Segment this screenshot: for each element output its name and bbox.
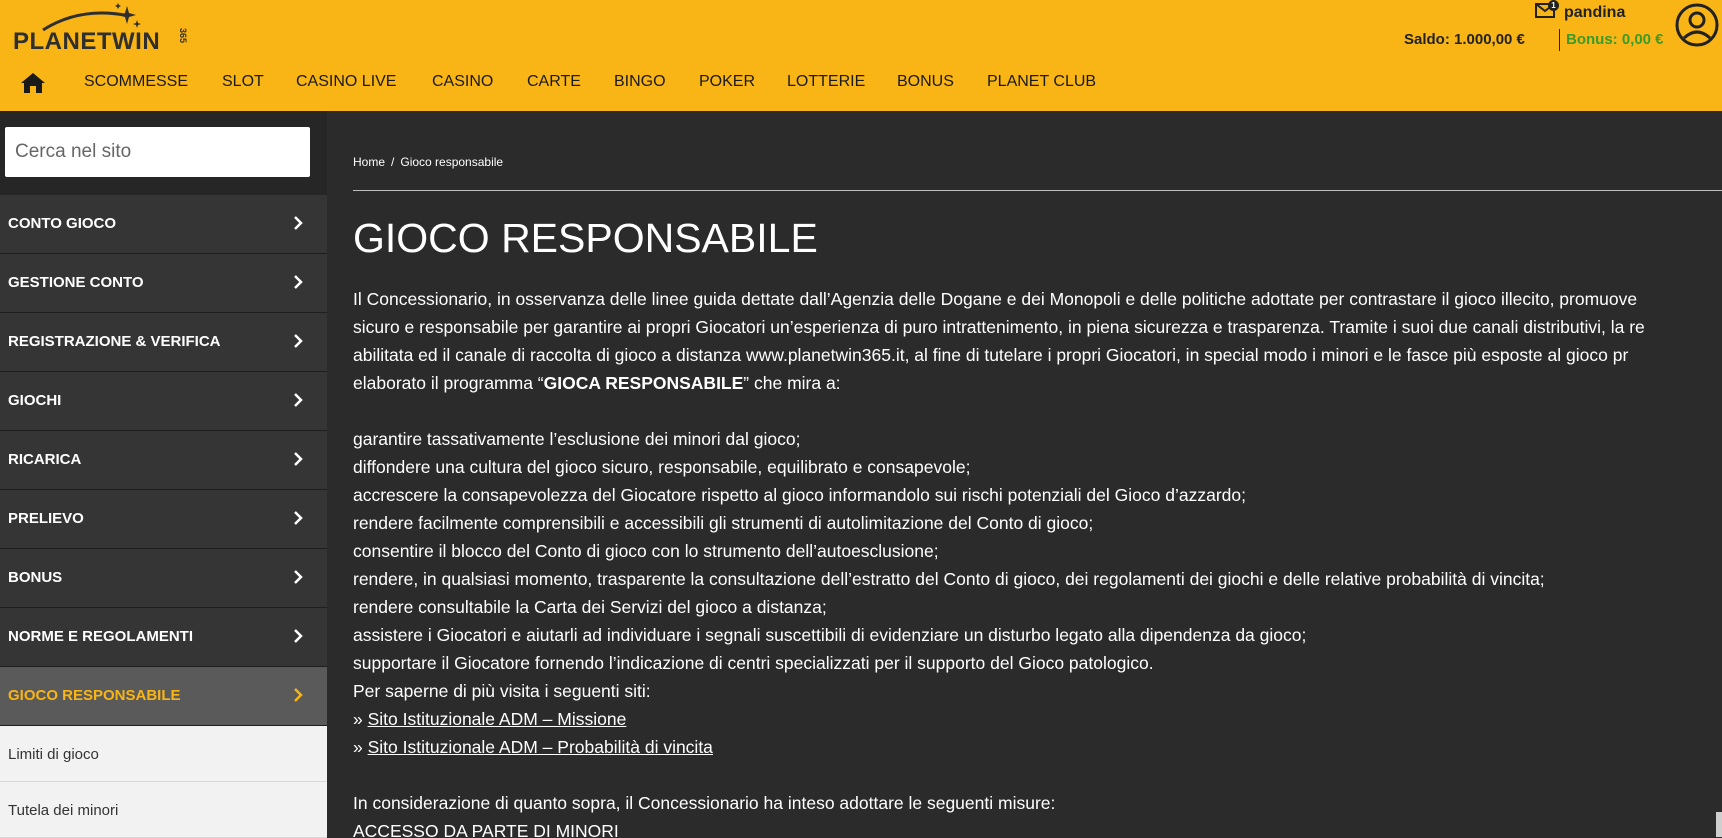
planetwin-logo[interactable]: PLANETWIN 365 [13,2,203,55]
sidebar-item-norme-regolamenti[interactable]: NORME E REGOLAMENTI [0,608,327,667]
sidebar-item-label: GESTIONE CONTO [8,274,144,291]
link-prefix: » [353,737,368,757]
chevron-right-icon [294,629,303,643]
sidebar: CONTO GIOCO GESTIONE CONTO REGISTRAZIONE… [0,111,327,838]
section-heading: ACCESSO DA PARTE DI MINORI [353,821,619,837]
scrollbar-thumb[interactable] [1716,812,1722,837]
list-item: supportare il Giocatore fornendo l’indic… [353,653,1154,673]
list-item: assistere i Giocatori e aiutarli ad indi… [353,625,1307,645]
intro-line: elaborato il programma “GIOCA RESPONSABI… [353,369,1722,397]
nav-item-casino-live[interactable]: CASINO LIVE [296,73,396,91]
chevron-right-icon [294,688,303,702]
balance-text: Saldo: 1.000,00 € [1404,31,1525,48]
sidebar-item-label: GIOCHI [8,392,62,409]
sidebar-subitem-tutela-dei-minori[interactable]: Tutela dei minori [0,782,327,838]
program-name: GIOCA RESPONSABILE [543,373,744,393]
list-item: rendere, in qualsiasi momento, trasparen… [353,569,1545,589]
link-row: » Sito Istituzionale ADM – Probabilità d… [353,733,1722,761]
links-intro: Per saperne di più visita i seguenti sit… [353,681,651,701]
chevron-right-icon [294,393,303,407]
nav-item-poker[interactable]: POKER [699,73,755,91]
nav-item-scommesse[interactable]: SCOMMESSE [84,73,188,91]
list-item: rendere facilmente comprensibili e acces… [353,513,1094,533]
search-input[interactable] [5,127,310,177]
adm-probabilita-link[interactable]: Sito Istituzionale ADM – Probabilità di … [368,737,713,757]
intro-line: sicuro e responsabile per garantire ai p… [353,317,1645,337]
adm-missione-link[interactable]: Sito Istituzionale ADM – Missione [368,709,627,729]
sidebar-item-label: GIOCO RESPONSABILE [8,687,181,704]
top-header: PLANETWIN 365 1 pandina Saldo: 1.000,00 … [0,0,1722,111]
page-body: Il Concessionario, in osservanza delle l… [353,285,1722,837]
breadcrumb-current: Gioco responsabile [400,155,504,169]
sidebar-item-registrazione-verifica[interactable]: REGISTRAZIONE & VERIFICA [0,313,327,372]
sidebar-item-label: RICARICA [8,451,82,468]
sidebar-menu: CONTO GIOCO GESTIONE CONTO REGISTRAZIONE… [0,195,327,838]
intro-line: abilitata ed il canale di raccolta di gi… [353,345,1629,365]
list-item: rendere consultabile la Carta dei Serviz… [353,597,827,617]
main-content: Home / Gioco responsabile GIOCO RESPONSABI… [353,111,1722,837]
username[interactable]: pandina [1564,4,1625,22]
list-item: accrescere la consapevolezza del Giocato… [353,485,1246,505]
nav-item-planet-club[interactable]: PLANET CLUB [987,73,1096,91]
sidebar-subitem-label: Limiti di gioco [8,746,99,763]
balance-divider [1559,29,1560,51]
sidebar-item-gioco-responsabile[interactable]: GIOCO RESPONSABILE [0,667,327,726]
link-prefix: » [353,709,368,729]
sidebar-item-giochi[interactable]: GIOCHI [0,372,327,431]
sidebar-item-label: CONTO GIOCO [8,215,117,232]
logo-text: PLANETWIN [13,28,161,55]
sidebar-subitem-limiti-di-gioco[interactable]: Limiti di gioco [0,726,327,782]
sidebar-item-ricarica[interactable]: RICARICA [0,431,327,490]
intro-text: elaborato il programma “ [353,373,544,393]
nav-item-bingo[interactable]: BINGO [614,73,666,91]
chevron-right-icon [294,216,303,230]
intro-line: Il Concessionario, in osservanza delle l… [353,289,1638,309]
chevron-right-icon [294,570,303,584]
sidebar-item-prelievo[interactable]: PRELIEVO [0,490,327,549]
list-item: garantire tassativamente l’esclusione de… [353,429,801,449]
nav-item-carte[interactable]: CARTE [527,73,581,91]
chevron-right-icon [294,275,303,289]
sidebar-item-label: NORME E REGOLAMENTI [8,628,194,645]
nav-item-bonus[interactable]: BONUS [897,73,954,91]
mail-count-badge: 1 [1548,0,1559,11]
closing-text: In considerazione di quanto sopra, il Co… [353,793,1056,813]
sidebar-item-bonus[interactable]: BONUS [0,549,327,608]
logo-suffix: 365 [178,28,188,44]
sidebar-item-gestione-conto[interactable]: GESTIONE CONTO [0,254,327,313]
divider [353,190,1722,191]
sidebar-item-label: REGISTRAZIONE & VERIFICA [8,333,221,350]
sidebar-item-conto-gioco[interactable]: CONTO GIOCO [0,195,327,254]
bonus-text: Bonus: 0,00 € [1566,31,1664,48]
breadcrumb-separator: / [391,155,395,169]
page-title: GIOCO RESPONSABILE [353,215,818,261]
nav-item-lotterie[interactable]: LOTTERIE [787,73,865,91]
list-item: diffondere una cultura del gioco sicuro,… [353,457,971,477]
link-row: » Sito Istituzionale ADM – Missione [353,705,1722,733]
list-item: consentire il blocco del Conto di gioco … [353,541,939,561]
breadcrumb-home-link[interactable]: Home [353,155,385,169]
chevron-right-icon [294,511,303,525]
home-icon[interactable] [20,72,46,94]
nav-item-casino[interactable]: CASINO [432,73,493,91]
sidebar-item-label: BONUS [8,569,63,586]
breadcrumb: Home / Gioco responsabile [353,155,503,169]
user-avatar-icon[interactable] [1674,2,1720,48]
chevron-right-icon [294,452,303,466]
user-block: 1 pandina Saldo: 1.000,00 € Bonus: 0,00 … [1402,0,1722,60]
sidebar-item-label: PRELIEVO [8,510,84,527]
sidebar-subitem-label: Tutela dei minori [8,802,119,819]
search-box [5,127,310,177]
intro-text: ” che mira a: [743,373,841,393]
chevron-right-icon [294,334,303,348]
nav-item-slot[interactable]: SLOT [222,73,264,91]
